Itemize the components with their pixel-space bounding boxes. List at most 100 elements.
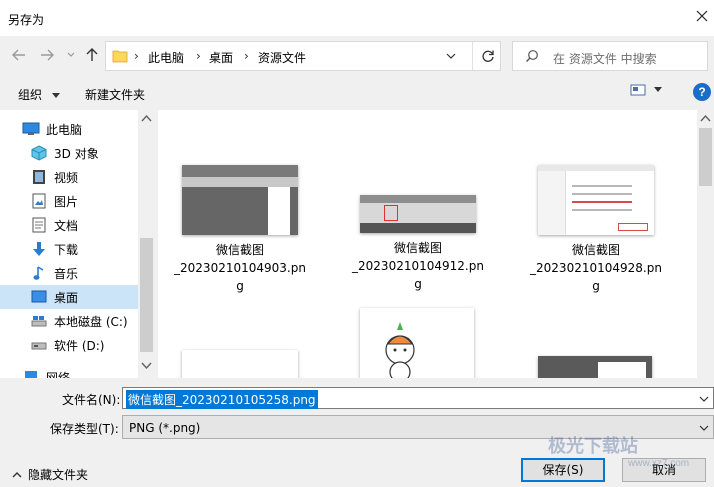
organize-menu[interactable]: 组织: [18, 86, 60, 103]
filetype-label: 保存类型(T):: [50, 422, 119, 436]
breadcrumb-desktop[interactable]: 桌面: [209, 49, 233, 66]
chevron-down-icon: [67, 52, 75, 57]
scroll-up-icon: [141, 114, 152, 122]
computer-icon: [22, 121, 40, 137]
search-icon: [525, 49, 539, 66]
sidebar-item-downloads[interactable]: 下载: [0, 237, 138, 261]
sidebar-item-label: 音乐: [54, 266, 79, 281]
file-list[interactable]: 微信截图 _20230210104903.pn g 微信截图 _20230210…: [158, 110, 714, 378]
desktop-icon: [30, 289, 48, 305]
sidebar-item-videos[interactable]: 视频: [0, 165, 138, 189]
sidebar-item-label: 软件 (D:): [54, 338, 105, 353]
scrollbar-thumb[interactable]: [140, 238, 153, 352]
refresh-button[interactable]: [472, 42, 502, 70]
video-icon: [30, 169, 48, 185]
chevron-right-icon: ›: [196, 49, 201, 63]
drive-d-icon: [30, 337, 48, 353]
forward-button[interactable]: [38, 46, 56, 64]
sidebar-item-label: 3D 对象: [54, 146, 99, 161]
back-button[interactable]: [10, 46, 28, 64]
file-name: 微信截图 _20230210104912.pn g: [352, 241, 484, 291]
sidebar-item-drive-d[interactable]: 软件 (D:): [0, 333, 138, 357]
sidebar-scrollbar[interactable]: [138, 110, 155, 378]
breadcrumb-this-pc[interactable]: 此电脑: [148, 49, 184, 66]
sidebar-item-music[interactable]: 音乐: [0, 261, 138, 285]
caret-down-icon: [51, 93, 60, 98]
search-box[interactable]: 在 资源文件 中搜索: [512, 41, 708, 71]
file-name: 微信截图 _20230210104903.pn g: [174, 243, 306, 293]
title-bar: 另存为: [0, 0, 714, 36]
view-icon: [630, 84, 646, 96]
arrow-left-icon: [12, 49, 25, 61]
sidebar-item-drive-c[interactable]: 本地磁盘 (C:): [0, 309, 138, 333]
sidebar-item-label: 图片: [54, 194, 79, 209]
new-folder-button[interactable]: 新建文件夹: [85, 86, 145, 103]
drive-c-icon: [30, 313, 48, 329]
rabbit-illustration-icon: [385, 322, 415, 378]
close-icon: [696, 10, 708, 22]
documents-icon: [30, 217, 48, 233]
arrow-up-icon: [86, 48, 98, 61]
chevron-right-icon: ›: [134, 49, 139, 63]
search-placeholder: 在 资源文件 中搜索: [553, 52, 657, 66]
arrow-right-icon: [41, 49, 54, 61]
filename-input[interactable]: 微信截图_20230210105258.png: [122, 387, 714, 409]
chevron-up-icon: [12, 471, 22, 477]
sidebar-item-label: 桌面: [54, 290, 79, 305]
window-title: 另存为: [8, 13, 45, 27]
address-bar[interactable]: › 此电脑 › 桌面 › 资源文件: [105, 41, 501, 71]
sidebar-item-label: 视频: [54, 170, 79, 185]
file-item[interactable]: 微信截图 _20230210104928.pn g: [526, 165, 666, 295]
sidebar-item-label: 此电脑: [46, 122, 83, 137]
scroll-down-icon: [141, 362, 152, 370]
music-icon: [30, 265, 48, 281]
watermark-text: 极光下载站: [548, 436, 638, 457]
file-item[interactable]: 微信截图 _20230210104912.pn g: [348, 165, 488, 293]
file-thumbnail[interactable]: [360, 308, 474, 378]
filetype-value: PNG (*.png): [129, 421, 201, 435]
save-button[interactable]: 保存(S): [521, 458, 605, 482]
sidebar-item-documents[interactable]: 文档: [0, 213, 138, 237]
sidebar-item-3d-objects[interactable]: 3D 对象: [0, 141, 138, 165]
navigation-pane: 此电脑 3D 对象 视频 图片 文档 下载 音乐 桌面 本地磁盘 (C:) 软件…: [0, 110, 155, 378]
chevron-down-icon: [699, 425, 709, 431]
filename-label: 文件名(N):: [62, 393, 121, 407]
file-thumbnail[interactable]: [182, 350, 298, 378]
content-scrollbar[interactable]: [697, 110, 714, 378]
up-button[interactable]: [83, 46, 101, 64]
pictures-icon: [30, 193, 48, 209]
network-icon: [22, 369, 40, 378]
sidebar-item-desktop[interactable]: 桌面: [0, 285, 138, 309]
chevron-right-icon: ›: [244, 49, 249, 63]
help-button[interactable]: ?: [693, 83, 711, 101]
file-item[interactable]: 微信截图 _20230210104903.pn g: [170, 165, 310, 295]
watermark-url: www.xz7.com: [628, 458, 690, 469]
sidebar-item-label: 下载: [54, 242, 79, 257]
organize-label: 组织: [18, 88, 43, 102]
sidebar-item-label: 网络: [46, 370, 71, 379]
hide-folders-toggle[interactable]: 隐藏文件夹: [12, 466, 88, 483]
file-thumbnail[interactable]: [538, 356, 652, 378]
3d-objects-icon: [30, 145, 48, 161]
sidebar-item-network[interactable]: 网络: [0, 365, 138, 378]
scroll-up-icon: [700, 114, 711, 122]
breadcrumb-resource-files[interactable]: 资源文件: [258, 49, 306, 66]
caret-down-icon: [654, 87, 662, 92]
chevron-down-icon: [699, 396, 709, 402]
file-thumbnail: [538, 165, 654, 235]
sidebar-item-this-pc[interactable]: 此电脑: [0, 117, 138, 141]
scrollbar-thumb[interactable]: [699, 128, 712, 186]
download-icon: [30, 241, 48, 257]
close-button[interactable]: [690, 4, 714, 28]
file-thumbnail: [360, 195, 476, 233]
recent-locations-button[interactable]: [62, 46, 80, 64]
file-thumbnail: [182, 165, 298, 235]
hide-folders-label: 隐藏文件夹: [28, 468, 89, 482]
refresh-icon: [481, 50, 494, 62]
folder-icon: [112, 49, 128, 66]
file-name: 微信截图 _20230210104928.pn g: [530, 243, 662, 293]
change-view-button[interactable]: [630, 84, 662, 96]
sidebar-item-pictures[interactable]: 图片: [0, 189, 138, 213]
sidebar-item-label: 文档: [54, 218, 79, 233]
address-dropdown-icon[interactable]: [446, 50, 456, 64]
